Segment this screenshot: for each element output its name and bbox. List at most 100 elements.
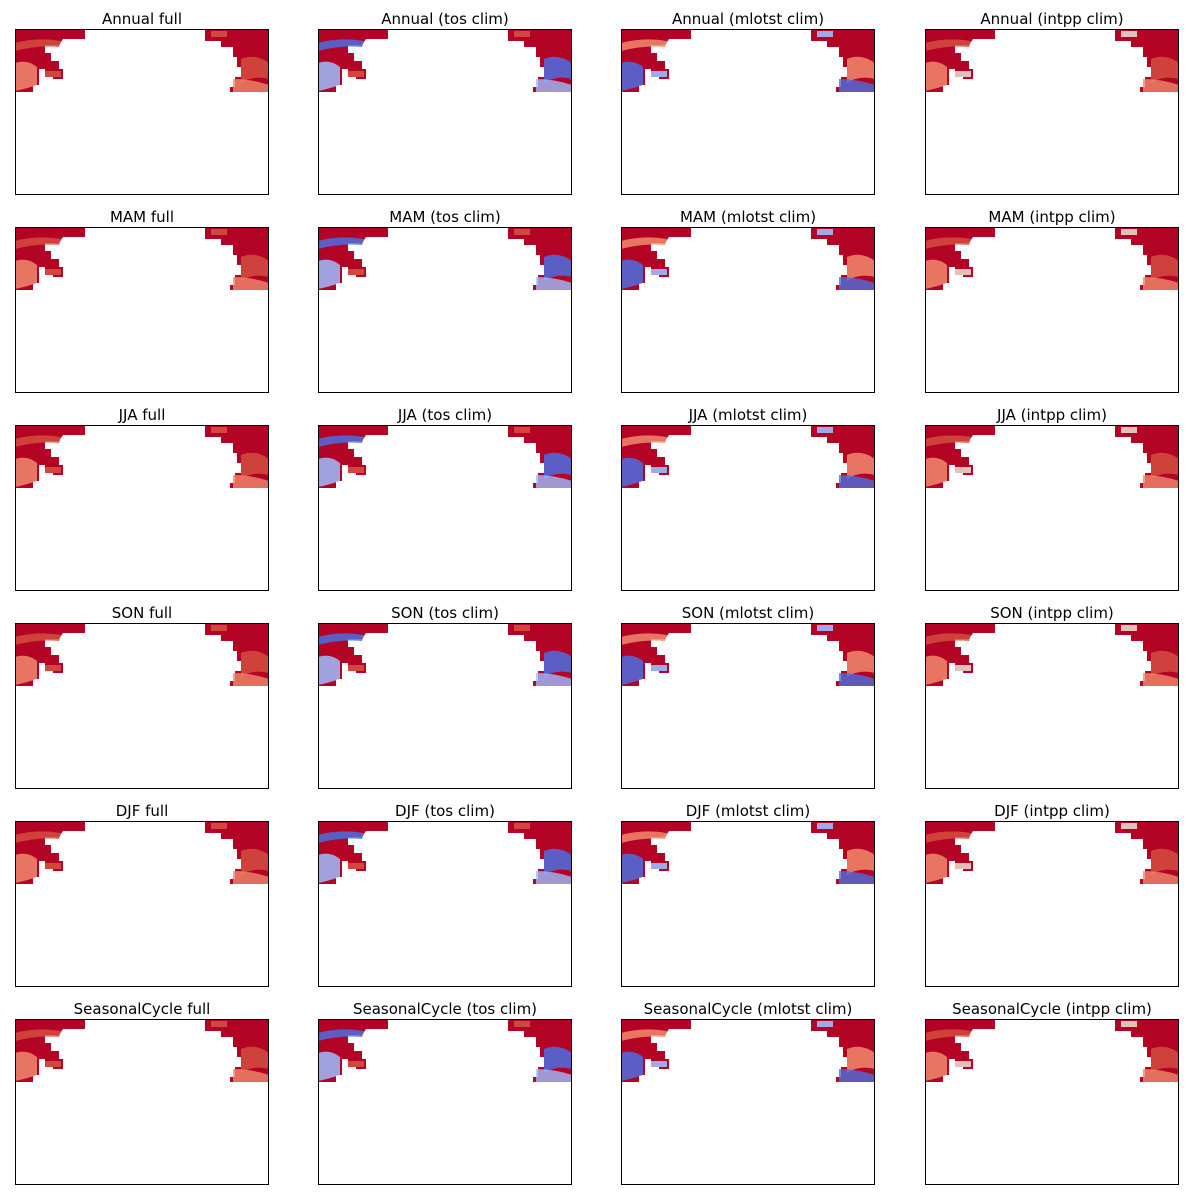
left-anomaly-patch: [925, 853, 947, 883]
left-anomaly-patch: [15, 655, 37, 685]
map-panel: JJA full: [15, 406, 269, 591]
map-plot: [318, 623, 572, 789]
panel-title: SeasonalCycle (mlotst clim): [643, 1000, 853, 1018]
map-plot: [15, 425, 269, 591]
map-panel: SeasonalCycle (tos clim): [318, 1000, 572, 1185]
left-small-patch: [651, 71, 667, 77]
left-small-patch: [45, 71, 61, 77]
left-anomaly-patch: [621, 853, 643, 883]
map-panel: MAM (intpp clim): [925, 208, 1179, 393]
axes-frame: [318, 425, 572, 591]
right-small-patch: [817, 427, 833, 433]
left-anomaly-patch: [925, 259, 947, 289]
left-small-patch: [45, 665, 61, 671]
left-anomaly-patch: [15, 1051, 37, 1081]
panel-title: DJF (mlotst clim): [685, 802, 811, 820]
small-multiples-grid: Annual full Annual (tos clim) Annual (mlot…: [0, 0, 1187, 1200]
axes-frame: [15, 29, 269, 195]
right-small-patch: [817, 229, 833, 235]
axes-frame: [621, 821, 875, 987]
right-small-patch: [514, 1021, 530, 1027]
panel-title: MAM full: [109, 208, 175, 226]
left-small-patch: [348, 467, 364, 473]
right-small-patch: [1121, 823, 1137, 829]
left-anomaly-patch: [621, 1051, 643, 1081]
left-anomaly-patch: [318, 259, 340, 289]
map-plot: [15, 227, 269, 393]
panel-title: Annual (tos clim): [381, 10, 509, 28]
map-plot: [925, 227, 1179, 393]
map-plot: [925, 425, 1179, 591]
axes-frame: [925, 623, 1179, 789]
axes-frame: [925, 1019, 1179, 1185]
right-small-patch: [211, 1021, 227, 1027]
map-panel: SeasonalCycle full: [15, 1000, 269, 1185]
axes-frame: [621, 227, 875, 393]
axes-frame: [15, 1019, 269, 1185]
right-small-patch: [817, 625, 833, 631]
map-plot: [318, 1019, 572, 1185]
left-anomaly-patch: [621, 457, 643, 487]
axes-frame: [318, 821, 572, 987]
map-panel: DJF (mlotst clim): [621, 802, 875, 987]
map-panel: SON full: [15, 604, 269, 789]
left-anomaly-patch: [621, 259, 643, 289]
panel-title: DJF full: [115, 802, 169, 820]
map-plot: [925, 821, 1179, 987]
left-anomaly-patch: [318, 655, 340, 685]
axes-frame: [621, 425, 875, 591]
axes-frame: [318, 29, 572, 195]
axes-frame: [621, 29, 875, 195]
panel-title: SeasonalCycle full: [73, 1000, 211, 1018]
right-small-patch: [1121, 229, 1137, 235]
panel-title: MAM (tos clim): [389, 208, 501, 226]
left-small-patch: [651, 269, 667, 275]
map-panel: JJA (tos clim): [318, 406, 572, 591]
left-anomaly-patch: [925, 61, 947, 91]
left-small-patch: [955, 863, 971, 869]
axes-frame: [925, 29, 1179, 195]
map-panel: Annual (mlotst clim): [621, 10, 875, 195]
axes-frame: [15, 821, 269, 987]
map-panel: Annual (tos clim): [318, 10, 572, 195]
axes-frame: [15, 425, 269, 591]
axes-frame: [318, 1019, 572, 1185]
map-plot: [621, 623, 875, 789]
right-small-patch: [1121, 625, 1137, 631]
right-small-patch: [514, 823, 530, 829]
axes-frame: [15, 227, 269, 393]
map-panel: JJA (mlotst clim): [621, 406, 875, 591]
panel-title: Annual full: [101, 10, 183, 28]
panel-title: SON (mlotst clim): [681, 604, 815, 622]
map-plot: [318, 29, 572, 195]
map-plot: [318, 821, 572, 987]
right-small-patch: [211, 31, 227, 37]
map-panel: JJA (intpp clim): [925, 406, 1179, 591]
right-small-patch: [514, 31, 530, 37]
left-anomaly-patch: [318, 853, 340, 883]
panel-title: DJF (tos clim): [395, 802, 495, 820]
axes-frame: [925, 425, 1179, 591]
left-small-patch: [955, 665, 971, 671]
map-plot: [925, 623, 1179, 789]
map-panel: Annual (intpp clim): [925, 10, 1179, 195]
left-small-patch: [45, 1061, 61, 1067]
right-small-patch: [211, 229, 227, 235]
right-small-patch: [211, 427, 227, 433]
panel-title: Annual (mlotst clim): [671, 10, 825, 28]
axes-frame: [925, 227, 1179, 393]
left-anomaly-patch: [925, 457, 947, 487]
map-panel: MAM (tos clim): [318, 208, 572, 393]
left-small-patch: [45, 863, 61, 869]
left-small-patch: [348, 665, 364, 671]
map-panel: Annual full: [15, 10, 269, 195]
axes-frame: [318, 623, 572, 789]
left-small-patch: [348, 1061, 364, 1067]
left-small-patch: [348, 71, 364, 77]
map-panel: SON (tos clim): [318, 604, 572, 789]
right-small-patch: [1121, 1021, 1137, 1027]
map-plot: [15, 29, 269, 195]
left-small-patch: [651, 1061, 667, 1067]
panel-title: MAM (intpp clim): [988, 208, 1116, 226]
map-plot: [621, 425, 875, 591]
